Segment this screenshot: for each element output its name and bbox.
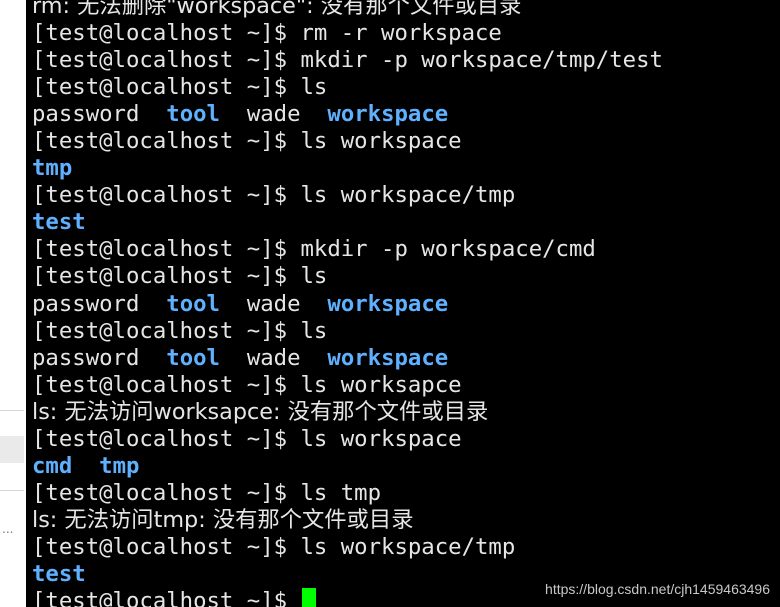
file-entry: password — [32, 344, 140, 371]
terminal-window[interactable]: rm: 无法删除"workspace": 没有那个文件或目录 [test@loca… — [26, 0, 780, 607]
terminal-command-line: [test@localhost ~]$ ls — [32, 74, 780, 101]
terminal-output-line: rm: 无法删除"workspace": 没有那个文件或目录 — [32, 0, 780, 20]
shell-prompt: [test@localhost ~]$ — [32, 236, 301, 263]
terminal-output-line: ls: 无法访问worksapce: 没有那个文件或目录 — [32, 399, 780, 426]
terminal-output: rm: 无法删除"workspace": 没有那个文件或目录 [test@loca… — [32, 0, 780, 607]
ls-output-line: test — [32, 209, 780, 236]
command-text: mkdir -p workspace/cmd — [300, 236, 596, 263]
screen: ... rm: 无法删除"workspace": 没有那个文件或目录 [test@… — [0, 0, 780, 607]
terminal-command-line: [test@localhost ~]$ ls workspace — [32, 128, 780, 155]
side-panel-divider — [0, 410, 24, 411]
shell-prompt: [test@localhost ~]$ — [32, 263, 301, 290]
directory-entry: test — [32, 209, 86, 236]
command-text: ls — [300, 263, 328, 290]
directory-entry: tmp — [32, 155, 73, 182]
directory-entry: tool — [166, 290, 220, 317]
shell-prompt: [test@localhost ~]$ — [32, 182, 301, 209]
directory-entry: test — [32, 560, 86, 587]
command-text: ls — [300, 317, 328, 344]
ls-output-line: password tool wade workspace — [32, 101, 780, 128]
ls-output-line: password tool wade workspace — [32, 291, 780, 318]
terminal-command-line: [test@localhost ~]$ ls worksapce — [32, 372, 780, 399]
terminal-command-line: [test@localhost ~]$ ls workspace/tmp — [32, 182, 780, 209]
terminal-command-line: [test@localhost ~]$ ls — [32, 263, 780, 290]
command-text: ls tmp — [300, 479, 382, 506]
text-cursor[interactable] — [302, 588, 317, 607]
output-text: rm: 无法删除"workspace": 没有那个文件或目录 — [32, 0, 522, 19]
terminal-command-line: [test@localhost ~]$ ls workspace — [32, 426, 780, 453]
shell-prompt: [test@localhost ~]$ — [32, 317, 301, 344]
shell-prompt: [test@localhost ~]$ — [32, 479, 301, 506]
directory-entry: workspace — [327, 290, 449, 317]
terminal-command-line: [test@localhost ~]$ ls — [32, 318, 780, 345]
command-text: ls worksapce — [300, 371, 462, 398]
side-panel-divider — [0, 490, 24, 491]
terminal-output-line: ls: 无法访问tmp: 没有那个文件或目录 — [32, 507, 780, 534]
command-text: ls workspace/tmp — [300, 182, 516, 209]
ls-output-line: password tool wade workspace — [32, 345, 780, 372]
file-entry: wade — [246, 290, 301, 317]
watermark: https://blog.csdn.net/cjh1459463496 — [545, 581, 770, 597]
output-text: ls: 无法访问tmp: 没有那个文件或目录 — [32, 506, 414, 533]
ls-output-line: cmd tmp — [32, 453, 780, 480]
shell-prompt: [test@localhost ~]$ — [32, 20, 301, 47]
file-entry: wade — [246, 344, 301, 371]
command-text: ls workspace/tmp — [300, 533, 516, 560]
side-panel: ... — [0, 0, 26, 607]
shell-prompt: [test@localhost ~]$ — [32, 74, 301, 101]
terminal-command-line: [test@localhost ~]$ ls tmp — [32, 480, 780, 507]
output-text: ls: 无法访问worksapce: 没有那个文件或目录 — [32, 398, 489, 425]
shell-prompt: [test@localhost ~]$ — [32, 128, 301, 155]
command-text: mkdir -p workspace/tmp/test — [300, 47, 663, 74]
shell-prompt: [test@localhost ~]$ — [32, 371, 301, 398]
directory-entry: workspace — [327, 344, 449, 371]
terminal-command-line: [test@localhost ~]$ ls workspace/tmp — [32, 534, 780, 561]
side-panel-ellipsis: ... — [2, 522, 14, 536]
side-panel-selected-row[interactable] — [0, 436, 24, 463]
directory-entry: tool — [166, 344, 220, 371]
command-text: rm -r workspace — [300, 20, 502, 47]
terminal-command-line: [test@localhost ~]$ rm -r workspace — [32, 20, 780, 47]
shell-prompt: [test@localhost ~]$ — [32, 533, 301, 560]
directory-entry: tool — [166, 101, 220, 128]
shell-prompt: [test@localhost ~]$ — [32, 588, 301, 607]
ls-output-line: tmp — [32, 155, 780, 182]
terminal-command-line: [test@localhost ~]$ mkdir -p workspace/t… — [32, 47, 780, 74]
directory-entry: cmd — [32, 452, 73, 479]
directory-entry: workspace — [327, 101, 449, 128]
terminal-command-line: [test@localhost ~]$ mkdir -p workspace/c… — [32, 236, 780, 263]
shell-prompt: [test@localhost ~]$ — [32, 47, 301, 74]
file-entry: password — [32, 290, 140, 317]
directory-entry: tmp — [99, 452, 140, 479]
file-entry: wade — [246, 101, 301, 128]
command-text: ls workspace — [300, 425, 462, 452]
command-text: ls workspace — [300, 128, 462, 155]
command-text: ls — [300, 74, 328, 101]
file-entry: password — [32, 101, 140, 128]
shell-prompt: [test@localhost ~]$ — [32, 425, 301, 452]
